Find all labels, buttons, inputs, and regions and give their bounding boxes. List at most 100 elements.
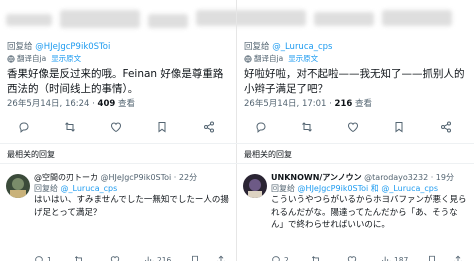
share-button[interactable]	[453, 255, 463, 261]
retweet-button[interactable]	[74, 255, 84, 261]
retweet-button[interactable]	[311, 255, 321, 261]
retweet-icon	[74, 256, 82, 261]
reply-to-line: 回复给 @HJeJgcP9ik0SToi	[7, 40, 110, 52]
like-button[interactable]	[110, 255, 120, 261]
bookmark-icon	[158, 122, 166, 133]
sort-replies-label[interactable]: 最相关的回复	[244, 149, 292, 160]
share-icon	[217, 255, 225, 261]
translate-label: 翻译自ja	[17, 54, 47, 63]
reply-button[interactable]	[255, 121, 267, 133]
translate-row: 翻译自ja 显示原文	[244, 53, 318, 64]
share-icon	[441, 121, 451, 133]
views-label: 查看	[115, 99, 135, 109]
retweet-button[interactable]	[301, 121, 313, 133]
reply-icon	[272, 256, 280, 261]
like-button[interactable]	[110, 121, 122, 133]
views-icon	[145, 256, 154, 261]
reply-prefix: 回复给	[34, 184, 61, 193]
reply-prefix: 回复给	[244, 42, 270, 52]
retweet-button[interactable]	[64, 121, 76, 133]
view-count: 409	[97, 99, 116, 109]
like-button[interactable]	[347, 121, 359, 133]
bookmark-icon	[429, 255, 435, 261]
bookmark-button[interactable]	[427, 255, 437, 261]
show-original-link[interactable]: 显示原文	[288, 53, 318, 64]
tweet-text: 香果好像是反过来的哦。Feinan 好像是尊重路西法的（时间线上的事情）。	[7, 68, 224, 95]
blur-block	[6, 14, 52, 26]
like-icon	[110, 256, 120, 261]
reply-text: はいはい、すみませんでした一無知でしたー人の揚げ足とって満足？	[34, 195, 229, 218]
reply-to-line: 回复给 @_Luruca_cps	[34, 183, 117, 194]
retweet-icon	[311, 256, 319, 261]
views-button[interactable]: 216	[144, 255, 171, 261]
share-icon	[454, 255, 462, 261]
reply-author-handle: @tarodayo3232 · 19分	[361, 173, 454, 182]
tweet-meta: 26年5月14日, 16:24 · 409 查看	[7, 97, 135, 109]
tweet-timestamp[interactable]: 26年5月14日, 17:01 ·	[244, 99, 335, 109]
globe-icon	[244, 54, 252, 63]
reply-icon	[19, 122, 29, 133]
reply-to-line: 回复给 @_Luruca_cps	[244, 40, 332, 52]
like-button[interactable]	[347, 255, 357, 261]
share-icon	[204, 121, 214, 133]
avatar[interactable]	[243, 174, 267, 198]
tweet-actions	[237, 121, 474, 135]
reply-text: こういうやつらがいるからホヨバファンが悪く見られるんだがな。陽達ってたんだから「…	[271, 195, 467, 230]
reply-icon	[256, 122, 266, 133]
views-label: 查看	[352, 99, 372, 109]
reply-button[interactable]: 2	[271, 255, 289, 261]
reply-prefix: 回复给	[7, 42, 33, 52]
reply-count: 1	[47, 255, 52, 261]
share-button[interactable]	[216, 255, 226, 261]
reply-button[interactable]	[18, 121, 30, 133]
share-button[interactable]	[440, 121, 452, 133]
tweet-text: 好啦好啦，对不起啦——我无知了——抓别人的小辫子满足了吧？	[244, 68, 465, 95]
tweet-actions	[0, 121, 237, 135]
tweet-timestamp[interactable]: 26年5月14日, 16:24 ·	[7, 99, 98, 109]
sort-replies-label[interactable]: 最相关的回复	[7, 149, 55, 160]
right-tweet-panel: 回复给 @_Luruca_cps 翻译自ja 显示原文 好啦好啦，对不起啦——我…	[237, 34, 474, 261]
reply-handle-link[interactable]: @HJeJgcP9ik0SToi 和 @_Luruca_cps	[298, 184, 439, 193]
bookmark-button[interactable]	[190, 255, 200, 261]
reply-count: 2	[284, 255, 289, 261]
left-tweet-panel: 回复给 @HJeJgcP9ik0SToi 翻译自ja 显示原文 香果好像是反过来…	[0, 34, 237, 261]
separator	[237, 163, 474, 164]
blur-block	[314, 12, 374, 26]
reply-handle-link[interactable]: @_Luruca_cps	[61, 184, 118, 193]
reply-view-count: 216	[157, 255, 172, 261]
share-button[interactable]	[203, 121, 215, 133]
show-original-link[interactable]: 显示原文	[51, 53, 81, 64]
reply-icon	[35, 256, 43, 261]
reply-to-line: 回复给 @HJeJgcP9ik0SToi 和 @_Luruca_cps	[271, 183, 438, 194]
translate-label: 翻译自ja	[254, 54, 284, 63]
like-icon	[347, 256, 357, 261]
separator	[0, 143, 237, 144]
reply-author-name[interactable]: @空間の刃トーカ	[34, 173, 98, 182]
blur-block	[148, 14, 188, 28]
reply-author[interactable]: @空間の刃トーカ @HJeJgcP9ik0SToi · 22分	[34, 172, 197, 183]
bookmark-button[interactable]	[393, 121, 405, 133]
retweet-icon	[302, 122, 312, 132]
view-count: 216	[334, 99, 353, 109]
blur-block	[196, 10, 306, 26]
separator	[0, 163, 237, 164]
reply-handle-link[interactable]: @_Luruca_cps	[272, 42, 332, 52]
views-button[interactable]: 187	[381, 255, 408, 261]
avatar-image	[243, 174, 267, 198]
reply-author-name[interactable]: UNKNOWN/アンノウン	[271, 173, 362, 182]
avatar[interactable]	[6, 174, 30, 198]
separator	[237, 143, 474, 144]
reply-view-count: 187	[394, 255, 409, 261]
retweet-icon	[65, 122, 75, 132]
bookmark-button[interactable]	[156, 121, 168, 133]
blur-block	[60, 10, 140, 28]
bookmark-icon	[192, 255, 198, 261]
like-icon	[347, 122, 359, 133]
blurred-header	[0, 0, 474, 34]
reply-button[interactable]: 1	[34, 255, 52, 261]
reply-handle-link[interactable]: @HJeJgcP9ik0SToi	[35, 42, 110, 52]
like-icon	[110, 122, 122, 133]
bookmark-icon	[395, 122, 403, 133]
translate-row: 翻译自ja 显示原文	[7, 53, 81, 64]
reply-author[interactable]: UNKNOWN/アンノウン @tarodayo3232 · 19分	[271, 172, 454, 183]
